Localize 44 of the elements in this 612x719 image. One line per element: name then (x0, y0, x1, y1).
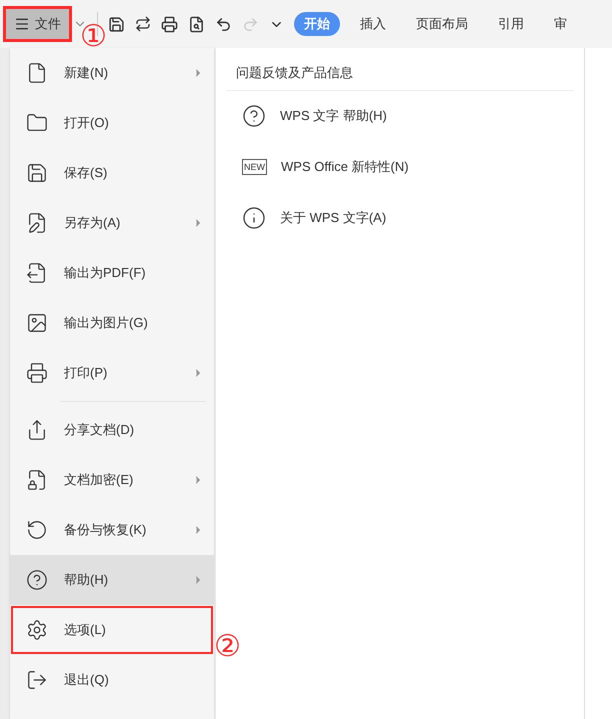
undo-icon[interactable] (215, 16, 232, 32)
file-export-icon (26, 262, 48, 284)
submenu-item[interactable]: NEW WPS Office 新特性(N) (216, 142, 584, 192)
file-icon (26, 62, 48, 84)
menu-item[interactable]: 分享文档(D) (10, 405, 214, 455)
ribbon-tab[interactable]: 页面布局 (406, 12, 478, 36)
folder-icon (26, 112, 48, 134)
file-pen-icon (26, 212, 48, 234)
ribbon-tab[interactable]: 插入 (350, 12, 396, 36)
menu-item[interactable]: 退出(Q) (10, 655, 214, 705)
printer-icon (26, 362, 48, 384)
menu-icon (14, 16, 30, 32)
submenu-heading: 问题反馈及产品信息 (226, 63, 574, 90)
submenu-item[interactable]: 关于 WPS 文字(A) (216, 192, 584, 244)
info-icon (242, 206, 266, 230)
print-preview-icon[interactable] (188, 16, 205, 32)
menu-item[interactable]: 帮助(H) (10, 555, 214, 605)
annotation-number: ② (214, 630, 241, 664)
help-icon (26, 569, 48, 591)
menu-item[interactable]: 备份与恢复(K) (10, 505, 214, 555)
sync-icon[interactable] (135, 16, 151, 32)
help-icon (242, 104, 266, 128)
file-menu-button[interactable]: 文件 (6, 9, 69, 39)
menu-item[interactable]: 选项(L) (10, 605, 214, 655)
printer-icon[interactable] (161, 16, 178, 32)
menu-item[interactable]: 输出为PDF(F) (10, 248, 214, 298)
image-icon (26, 312, 48, 334)
menu-item[interactable]: 文档加密(E) (10, 455, 214, 505)
exit-icon (26, 669, 48, 691)
menu-item[interactable]: 打印(P) (10, 348, 214, 398)
menu-item[interactable]: 输出为图片(G) (10, 298, 214, 348)
submenu-item[interactable]: WPS 文字 帮助(H) (216, 90, 584, 142)
menu-item[interactable]: 另存为(A) (10, 198, 214, 248)
menu-item[interactable]: 保存(S) (10, 148, 214, 198)
file-lock-icon (26, 469, 48, 491)
menu-item[interactable]: 打开(O) (10, 98, 214, 148)
ribbon-tab[interactable]: 引用 (488, 12, 534, 36)
restore-icon (26, 519, 48, 541)
new-badge-icon: NEW (242, 159, 267, 175)
ribbon-tab[interactable]: 审 (544, 12, 577, 36)
save-icon[interactable] (108, 16, 125, 32)
share-icon (26, 419, 48, 441)
settings-icon (26, 619, 48, 641)
save-icon (26, 162, 48, 184)
